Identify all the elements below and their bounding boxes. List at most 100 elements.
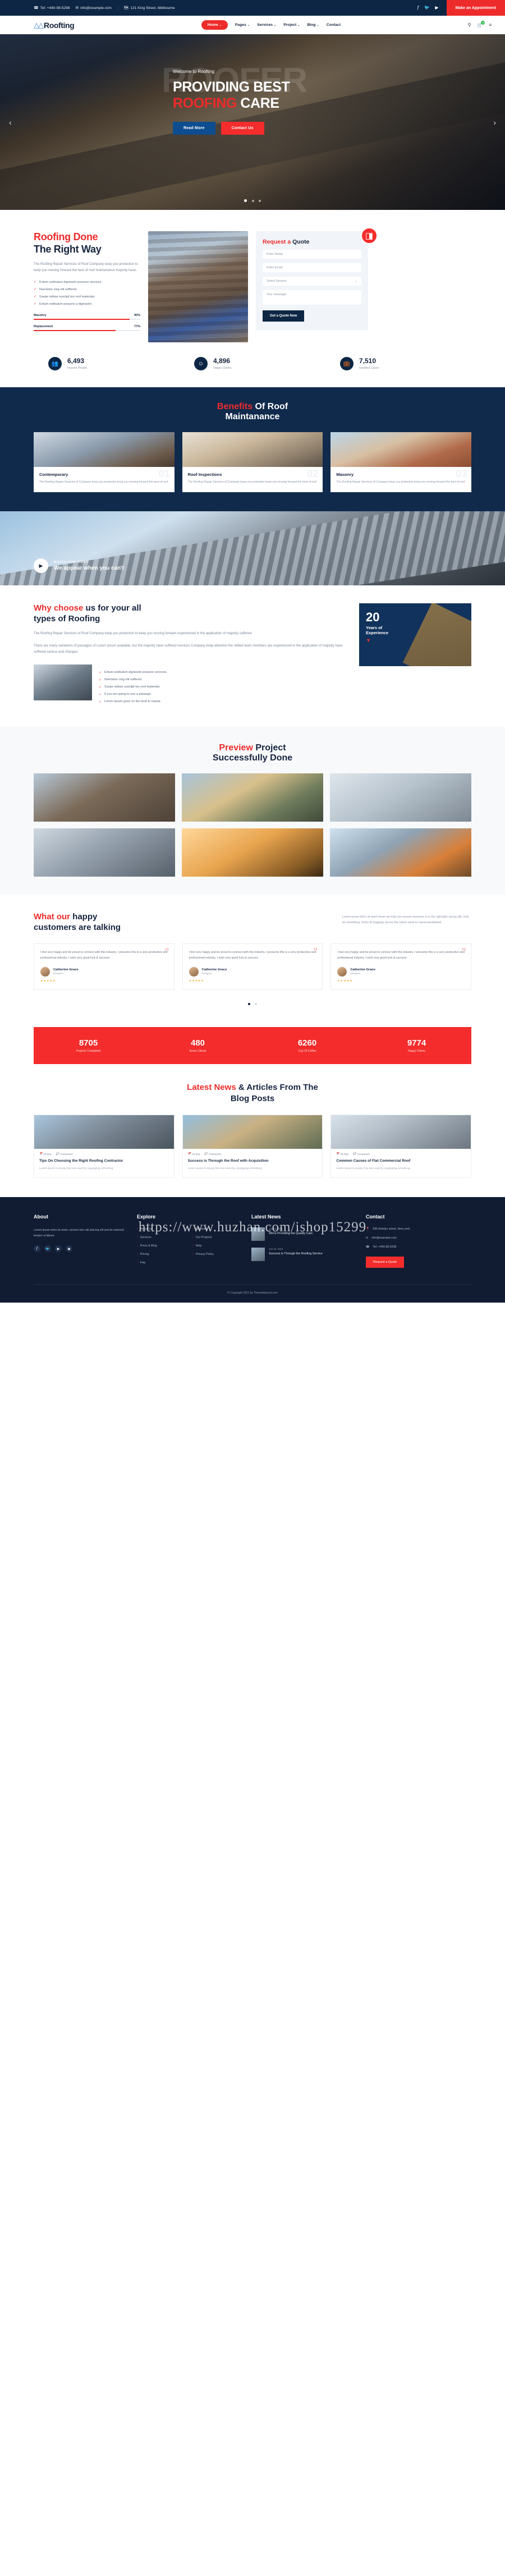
project-thumbnail[interactable]	[182, 828, 323, 877]
hero-welcome-text: Welcome to Roofting	[173, 69, 215, 74]
nav-item-project[interactable]: Project ⌄	[283, 23, 300, 27]
nav-item-services[interactable]: Services ⌄	[257, 23, 276, 27]
project-thumbnail[interactable]	[182, 773, 323, 822]
footer-phone[interactable]: ☎ Tel: +440-98-5298	[366, 1245, 461, 1249]
twitter-icon[interactable]: 🐦	[424, 6, 430, 10]
benefit-image	[34, 432, 175, 467]
project-thumbnail[interactable]	[330, 828, 471, 877]
skill-bar-replacement: Replacement 77%	[34, 325, 140, 332]
play-icon[interactable]: ▶	[34, 558, 48, 573]
footer-link[interactable]: › Our Projects	[192, 1236, 244, 1239]
quote-name-field[interactable]: Enter Name	[263, 250, 361, 259]
chevron-right-icon: ›	[137, 1236, 138, 1240]
blog-card[interactable]: 📅 25 Sep 💬 Comments Success is Through the…	[182, 1115, 323, 1179]
roof-logo-icon: △△	[34, 21, 44, 29]
nav-item-contact[interactable]: Contact	[327, 23, 341, 27]
project-thumbnail[interactable]	[330, 773, 471, 822]
blog-card[interactable]: 📅 25 Sep 💬 Comments Tips On Choosing the R…	[34, 1115, 175, 1179]
footer-link[interactable]: › Help	[192, 1244, 244, 1248]
hero-title-red: ROOFING	[173, 95, 237, 111]
why-check-list: ✓ Entum estibulum dignissim posuere servi…	[99, 671, 345, 707]
footer-link[interactable]: › Services	[137, 1236, 188, 1239]
facebook-icon[interactable]: ƒ	[34, 1245, 40, 1253]
stat-item: 9774 Happy Clients	[362, 1038, 471, 1053]
slider-next-arrow[interactable]: ›	[493, 118, 496, 127]
star-rating: ★★★★★	[40, 979, 56, 983]
topbar-social-group: ƒ 🐦 ▶	[417, 6, 447, 10]
project-thumbnail[interactable]	[34, 828, 175, 877]
page-root: ☎ Tel: +440-98-5298 ✉ info@example.com |…	[0, 0, 505, 1303]
check-label: Entum estibulum posuere a dignissim.	[39, 302, 93, 306]
logo-text: Roofting	[44, 20, 75, 30]
footer-explore-column: Explore › About Us › Services › Press & Blo…	[137, 1214, 244, 1269]
stat-value: 480	[190, 1038, 205, 1048]
benefits-title-white: Of Roof	[252, 402, 288, 411]
happy-icon: ☺	[194, 357, 208, 370]
facebook-icon[interactable]: ƒ	[417, 6, 419, 10]
why-title-dark: us for your all	[83, 603, 141, 613]
slider-prev-arrow[interactable]: ‹	[9, 118, 12, 127]
why-body-text: There are many variations of passages of…	[34, 644, 343, 654]
search-icon[interactable]: ⚲	[468, 22, 471, 27]
footer-news-item[interactable]: Jan 16, 2021 Success is Through the Roof…	[251, 1248, 358, 1262]
chevron-right-icon: ›	[192, 1236, 194, 1240]
topbar-phone[interactable]: ☎ Tel: +440-98-5298	[34, 6, 70, 11]
benefit-card[interactable]: 02 Roof Inspections The Roofing Repair S…	[182, 432, 323, 492]
nav-item-blog[interactable]: Blog ⌄	[307, 23, 319, 27]
chevron-right-icon: ›	[192, 1253, 194, 1257]
topbar-email[interactable]: ✉ info@example.com	[75, 6, 112, 11]
chevron-right-icon: ›	[192, 1244, 194, 1248]
footer-link[interactable]: › Faq	[137, 1261, 188, 1264]
quote-email-field[interactable]: Enter Email	[263, 263, 361, 272]
footer-link[interactable]: › About Us	[137, 1227, 188, 1231]
chevron-down-icon: ⌄	[316, 23, 319, 27]
quote-message-field[interactable]: Your message	[263, 290, 361, 305]
blog-section: Latest News & Articles From The Blog Pos…	[0, 1064, 505, 1198]
testimonial-text: I feel very happy and be proud to connec…	[189, 950, 316, 960]
menu-toggle-icon[interactable]: ≡	[489, 22, 492, 27]
slider-dot[interactable]	[251, 200, 254, 202]
youtube-icon[interactable]: ▶	[55, 1245, 62, 1253]
footer-explore-col2: › Company › Our Projects › Help › Privacy Po…	[192, 1227, 244, 1269]
footer-news-item[interactable]: Jan 16, 2021 We're Providing the Quality…	[251, 1227, 358, 1241]
news-thumbnail	[251, 1248, 265, 1262]
testimonials-title: What our happy customers are talking	[34, 911, 325, 933]
top-bar-contact-group: ☎ Tel: +440-98-5298 ✉ info@example.com |…	[34, 6, 175, 11]
footer-link[interactable]: › Press & Blog	[137, 1244, 188, 1248]
contact-us-button[interactable]: Contact Us	[221, 122, 264, 135]
site-logo[interactable]: △△ Roofting	[34, 20, 75, 30]
quote-service-select[interactable]: Select Service ⌄	[263, 277, 361, 286]
benefits-heading: Benefits Of Roof Maintanance	[34, 402, 471, 422]
footer-link[interactable]: › Company	[192, 1227, 244, 1231]
instagram-icon[interactable]: ◉	[66, 1245, 72, 1253]
list-item: ✓ Entum estibulum dignissim posuere servi…	[99, 671, 345, 675]
benefit-card[interactable]: 01 Contemporary The Roofing Repair Servi…	[34, 432, 175, 492]
get-a-quote-button[interactable]: Get a Quote Now	[263, 310, 305, 322]
benefit-card[interactable]: 03 Masonry The Roofing Repair Services o…	[330, 432, 471, 492]
twitter-icon[interactable]: 🐦	[44, 1245, 51, 1253]
blog-image	[34, 1115, 174, 1149]
list-item: ✓ Lorem Ipsum goes on the tend to repeat.	[99, 700, 345, 704]
request-quote-card: ◨ Request a Quote Enter Name Enter Email…	[256, 227, 378, 330]
blog-card[interactable]: 📅 25 Sep 💬 Comments Common Causes of Flat …	[330, 1115, 471, 1179]
topbar-separator: |	[117, 6, 118, 10]
footer-email[interactable]: ✉ info@example.com	[366, 1236, 461, 1240]
testimonial-dot[interactable]	[248, 1003, 250, 1005]
slider-dot[interactable]	[258, 200, 261, 202]
testimonial-name: Catherine Grace	[350, 968, 376, 972]
read-more-button[interactable]: Read More	[173, 122, 215, 135]
footer-link[interactable]: › Privacy Policy	[192, 1253, 244, 1256]
nav-item-home[interactable]: Home ⌄	[201, 20, 228, 30]
cart-icon[interactable]: 🛒 0	[477, 21, 485, 27]
nav-item-pages[interactable]: Pages ⌄	[235, 23, 250, 27]
testimonials-title-dark: happy	[70, 911, 98, 922]
footer-link[interactable]: › Pricing	[137, 1253, 188, 1256]
project-thumbnail[interactable]	[34, 773, 175, 822]
make-appointment-button[interactable]: Make an Appointment	[446, 0, 505, 16]
testimonial-text: I feel very happy and be proud to connec…	[337, 950, 465, 960]
testimonial-role: Designer	[350, 972, 361, 975]
testimonial-dot[interactable]	[255, 1003, 257, 1005]
footer-request-quote-button[interactable]: Request a Quote	[366, 1257, 405, 1268]
slider-dot[interactable]	[244, 199, 247, 202]
youtube-icon[interactable]: ▶	[435, 6, 438, 10]
